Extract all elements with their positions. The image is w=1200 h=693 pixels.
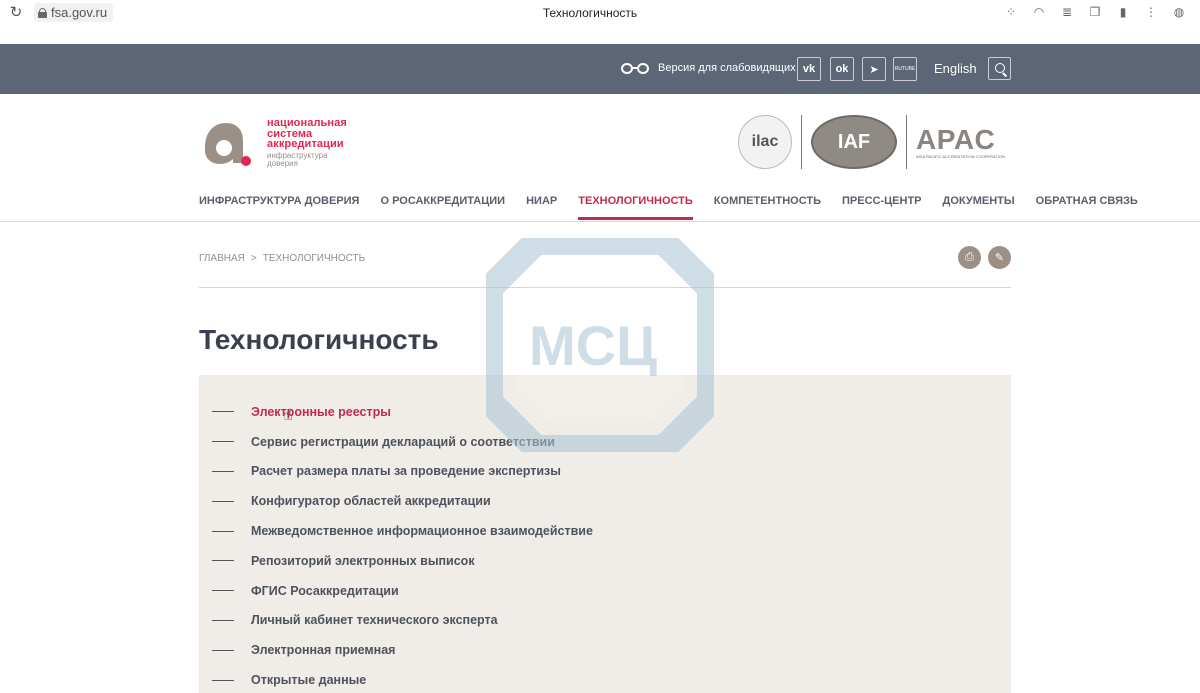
watermark-logo: МСЦ: [486, 238, 714, 452]
logo-icon[interactable]: [199, 117, 251, 169]
divider: [906, 115, 907, 169]
tab-title: Технологичность: [542, 6, 638, 20]
nav-item-about[interactable]: О РОСАККРЕДИТАЦИИ: [380, 195, 505, 207]
glasses-icon[interactable]: [621, 61, 651, 75]
link-expert-cabinet[interactable]: Личный кабинет технического эксперта: [251, 613, 498, 627]
hand-cursor-icon: ☝: [283, 407, 293, 424]
link-extracts-repository[interactable]: Репозиторий электронных выписок: [251, 554, 475, 568]
vk-icon[interactable]: vk: [797, 57, 821, 81]
iaf-logo[interactable]: IAF: [811, 115, 897, 169]
logo-text[interactable]: национальная система аккредитации инфрас…: [267, 118, 347, 168]
link-fgis[interactable]: ФГИС Росаккредитации: [251, 584, 399, 598]
dash-marker: [212, 441, 234, 443]
globe-icon[interactable]: ◍: [1172, 5, 1186, 19]
link-reception[interactable]: Электронная приемная: [251, 643, 395, 657]
breadcrumb-current: ТЕХНОЛОГИЧНОСТЬ: [262, 253, 366, 264]
nav-item-technology[interactable]: ТЕХНОЛОГИЧНОСТЬ: [578, 195, 693, 220]
dash-marker: [212, 530, 234, 532]
reader-icon[interactable]: ≣: [1060, 5, 1074, 19]
top-utility-bar: Версия для слабовидящих vk ok ➤ RUTUBE E…: [0, 44, 1200, 94]
dash-marker: [212, 590, 234, 592]
dash-marker: [212, 560, 234, 562]
rutube-icon[interactable]: RUTUBE: [893, 57, 917, 81]
nav-item-documents[interactable]: ДОКУМЕНТЫ: [943, 195, 1015, 207]
dash-marker: [212, 500, 234, 502]
divider: [801, 115, 802, 169]
browser-toolbar: ↻ fsa.gov.ru Технологичность ⁘ ◠ ≣ ❐ ▮ ⋮…: [0, 0, 1200, 44]
breadcrumb-home[interactable]: ГЛАВНАЯ: [199, 253, 245, 264]
bookmark-icon[interactable]: ▮: [1116, 5, 1130, 19]
dash-marker: [212, 470, 234, 472]
browser-actions: ⁘ ◠ ≣ ❐ ▮ ⋮ ◍: [1004, 5, 1186, 19]
watermark-text: МСЦ: [529, 314, 657, 377]
headphones-icon[interactable]: ◠: [1032, 5, 1046, 19]
dash-marker: [212, 411, 234, 413]
partner-logos: ilac IAF APAC ASIA PACIFIC ACCREDITATION…: [738, 114, 1005, 170]
nav-divider: [0, 221, 1200, 222]
list-item[interactable]: Конфигуратор областей аккредитации: [199, 486, 1011, 516]
nav-item-infrastructure[interactable]: ИНФРАСТРУКТУРА ДОВЕРИЯ: [199, 195, 359, 207]
list-item[interactable]: Личный кабинет технического эксперта: [199, 606, 1011, 636]
nav-item-competence[interactable]: КОМПЕТЕНТНОСТЬ: [714, 195, 821, 207]
low-vision-link[interactable]: Версия для слабовидящих: [658, 62, 796, 74]
list-item[interactable]: Расчет размера платы за проведение экспе…: [199, 457, 1011, 487]
breadcrumb: ГЛАВНАЯ > ТЕХНОЛОГИЧНОСТЬ: [199, 253, 365, 264]
main-nav: ИНФРАСТРУКТУРА ДОВЕРИЯ О РОСАККРЕДИТАЦИИ…: [199, 195, 1159, 220]
breadcrumb-separator: >: [250, 253, 257, 264]
pdf-icon[interactable]: ✎: [988, 246, 1011, 269]
link-open-data[interactable]: Открытые данные: [251, 673, 366, 687]
dash-marker: [212, 619, 234, 621]
nav-item-feedback[interactable]: ОБРАТНАЯ СВЯЗЬ: [1036, 195, 1138, 207]
link-scope-configurator[interactable]: Конфигуратор областей аккредитации: [251, 494, 491, 508]
list-item[interactable]: Репозиторий электронных выписок: [199, 546, 1011, 576]
dash-marker: [212, 679, 234, 681]
language-switch[interactable]: English: [934, 61, 977, 76]
dash-marker: [212, 649, 234, 651]
search-icon[interactable]: [988, 57, 1011, 80]
ilac-logo[interactable]: ilac: [738, 115, 792, 169]
list-item[interactable]: ФГИС Росаккредитации: [199, 576, 1011, 606]
odnoklassniki-icon[interactable]: ok: [830, 57, 854, 81]
link-interagency[interactable]: Межведомственное информационное взаимоде…: [251, 524, 593, 538]
tabs-icon[interactable]: ❐: [1088, 5, 1102, 19]
list-item[interactable]: Открытые данные: [199, 665, 1011, 693]
nav-item-press[interactable]: ПРЕСС-ЦЕНТР: [842, 195, 922, 207]
nav-item-niar[interactable]: НИАР: [526, 195, 557, 207]
page-title: Технологичность: [199, 324, 439, 355]
link-electronic-registries[interactable]: Электронные реестры: [251, 405, 391, 419]
menu-icon[interactable]: ⋮: [1144, 5, 1158, 19]
print-icon[interactable]: ⎙: [958, 246, 981, 269]
apac-logo[interactable]: APAC ASIA PACIFIC ACCREDITATION COOPERAT…: [916, 125, 1005, 159]
telegram-icon[interactable]: ➤: [862, 57, 886, 81]
link-fee-calculator[interactable]: Расчет размера платы за проведение экспе…: [251, 464, 561, 478]
list-item[interactable]: Электронная приемная: [199, 635, 1011, 665]
list-item[interactable]: Межведомственное информационное взаимоде…: [199, 516, 1011, 546]
extensions-icon[interactable]: ⁘: [1004, 5, 1018, 19]
